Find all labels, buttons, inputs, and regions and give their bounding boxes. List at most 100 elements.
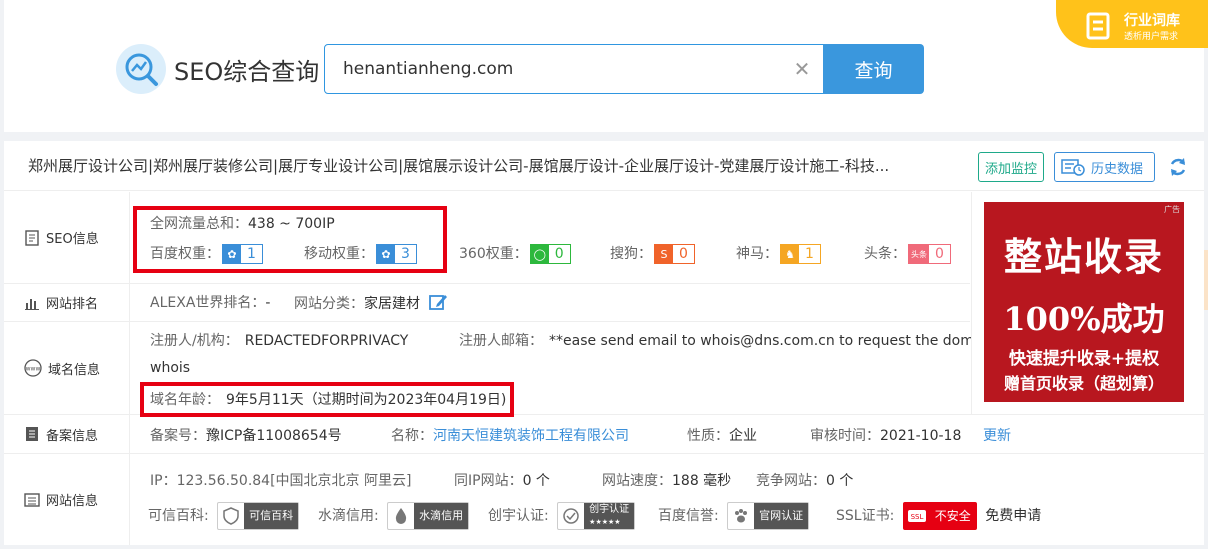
seo-info-text: SEO信息	[46, 232, 99, 247]
ad-line2: 100%成功	[1003, 300, 1165, 338]
refresh-icon[interactable]	[1168, 157, 1188, 177]
ad-tag: 广告	[1164, 205, 1180, 214]
ad-line1: 整站收录	[1003, 234, 1164, 279]
history-data-button[interactable]: 历史数据	[1054, 152, 1155, 182]
registrant-value: REDACTEDFORPRIVACY	[244, 333, 409, 349]
ad-corner-title: 行业词库	[1124, 13, 1180, 29]
icp-no-label: 备案号：	[150, 428, 206, 444]
ssl-icon-text: SSL	[910, 513, 923, 521]
document-icon	[25, 229, 39, 246]
registrant: 注册人/机构： REDACTEDFORPRIVACY	[150, 330, 408, 350]
sogou-weight: 搜狗： S 0	[610, 243, 695, 264]
edit-icon[interactable]	[428, 292, 448, 312]
compete-label: 竞争网站：	[756, 473, 826, 489]
shuidi-badge-text: 水滴信用	[414, 503, 469, 529]
kexin-badge[interactable]: 可信百科	[217, 502, 300, 530]
icp-review-time: 审核时间：2021-10-18	[810, 425, 961, 445]
icp-no-value: 豫ICP备11008654号	[206, 428, 342, 444]
water-drop-icon	[388, 503, 414, 529]
ssl-label: SSL证书:	[836, 508, 895, 524]
kexin-badge-text: 可信百科	[244, 503, 299, 529]
page-title[interactable]: 郑州展厅设计公司|郑州展厅装修公司|展厅专业设计公司|展馆展示设计公司-展馆展厅…	[28, 155, 952, 176]
shenma-weight-badge[interactable]: ♞ 1	[780, 244, 821, 264]
shenma-icon: ♞	[781, 245, 799, 263]
promo-ad[interactable]: 广告 整站收录 100%成功 快速提升收录+提权 赠首页收录（超划算）	[984, 202, 1184, 402]
chuangyu-label: 创宇认证:	[488, 508, 549, 524]
shuidi-badge[interactable]: 水滴信用	[387, 502, 470, 530]
icp-info-label: 备案信息	[4, 415, 130, 453]
ssl-badge-text: 不安全	[929, 503, 976, 529]
shenma-label: 神马：	[736, 246, 778, 262]
search-button[interactable]: 查询	[823, 44, 924, 94]
toutiao-icon: 头条	[909, 245, 929, 263]
whois-link[interactable]: whois	[150, 360, 190, 376]
site-info-text: 网站信息	[46, 494, 99, 509]
history-label: 历史数据	[1091, 161, 1144, 177]
svg-text:www: www	[26, 366, 41, 373]
sogou-weight-badge[interactable]: S0	[654, 244, 695, 264]
toutiao-weight-value: 0	[935, 246, 944, 262]
icp-name-link[interactable]: 河南天恒建筑装饰工程有限公司	[433, 428, 629, 444]
toutiao-label: 头条：	[864, 246, 906, 262]
category-value: 家居建材	[364, 296, 420, 312]
divider	[4, 321, 970, 322]
kexin-baike: 可信百科: 可信百科	[148, 502, 300, 530]
shuidi-credit: 水滴信用: 水滴信用	[318, 502, 470, 530]
paw-icon	[728, 503, 754, 529]
logo[interactable]: SEO综合查询	[116, 44, 319, 94]
same-ip-value[interactable]: 0 个	[523, 473, 550, 489]
icp-nature-value: 企业	[729, 428, 757, 444]
ssl-badge[interactable]: SSL 不安全	[902, 502, 977, 530]
domain-info-label: www 域名信息	[4, 322, 130, 414]
icp-review-value: 2021-10-18	[880, 428, 962, 444]
seo-info-label: SEO信息	[4, 192, 130, 283]
keyword-library-ad[interactable]: 行业词库 透析用户需求	[1056, 0, 1208, 48]
chuangyu-cert: 创宇认证: 创宇认证 ★★★★★	[488, 502, 636, 530]
shuidi-label: 水滴信用:	[318, 508, 379, 524]
ip-address: IP：123.56.50.84[中国北京北京 阿里云]	[150, 470, 411, 490]
toutiao-weight-badge[interactable]: 头条 0	[908, 244, 951, 264]
weight-360-label: 360权重：	[459, 246, 528, 262]
icp-update-link[interactable]: 更新	[983, 425, 1011, 445]
baiduxy-badge-text: 官网认证	[754, 503, 809, 529]
seo-chart-icon	[116, 44, 166, 94]
sogou-icon: S	[655, 245, 673, 263]
ssl-apply-link[interactable]: 免费申请	[985, 508, 1041, 524]
chuangyu-badge[interactable]: 创宇认证 ★★★★★	[557, 502, 636, 530]
clear-icon[interactable]: ✕	[791, 58, 813, 80]
ssl-lock-icon: SSL	[904, 503, 930, 529]
icp-info-text: 备案信息	[46, 428, 99, 444]
competitor-sites: 竞争网站：0 个	[756, 470, 853, 490]
360-icon: ◯	[530, 245, 549, 263]
compete-value[interactable]: 0 个	[826, 473, 853, 489]
list-icon	[24, 492, 40, 507]
alexa-label: ALEXA世界排名：	[150, 295, 266, 311]
weight-360-badge[interactable]: ◯ 0	[529, 244, 571, 264]
divider	[4, 283, 970, 284]
ip-label: IP：	[150, 473, 177, 489]
divider	[4, 453, 1204, 454]
app-title: SEO综合查询	[174, 57, 320, 86]
bar-chart-icon	[25, 298, 39, 310]
icp-number: 备案号：豫ICP备11008654号	[150, 425, 342, 445]
www-icon: www	[24, 359, 42, 377]
whois-text: whois	[150, 360, 191, 376]
ssl-cert: SSL证书: SSL 不安全 免费申请	[836, 502, 1041, 530]
search-input[interactable]	[325, 45, 765, 93]
shenma-weight-value: 1	[805, 246, 814, 262]
site-category: 网站分类：家居建材	[294, 292, 448, 313]
search-box: ✕	[324, 44, 824, 94]
site-info-label: 网站信息	[4, 454, 130, 545]
sogou-weight-value: 0	[679, 246, 688, 262]
document-icon	[1086, 12, 1110, 40]
ip-value[interactable]: 123.56.50.84[中国北京北京 阿里云]	[177, 473, 412, 489]
add-monitor-button[interactable]: 添加监控	[978, 152, 1044, 182]
baiduxy-badge[interactable]: 官网认证	[727, 502, 810, 530]
baidu-credit: 百度信誉: 官网认证	[658, 502, 810, 530]
icp-name-label: 名称：	[391, 428, 433, 444]
site-rank-text: 网站排名	[46, 297, 99, 312]
side-float-tab[interactable]	[1204, 250, 1208, 310]
toutiao-weight: 头条： 头条 0	[864, 243, 951, 264]
ad-line4: 赠首页收录（超划算）	[1003, 374, 1164, 393]
registrant-email: 注册人邮箱： **ease send email to whois@dns.com…	[459, 330, 971, 350]
